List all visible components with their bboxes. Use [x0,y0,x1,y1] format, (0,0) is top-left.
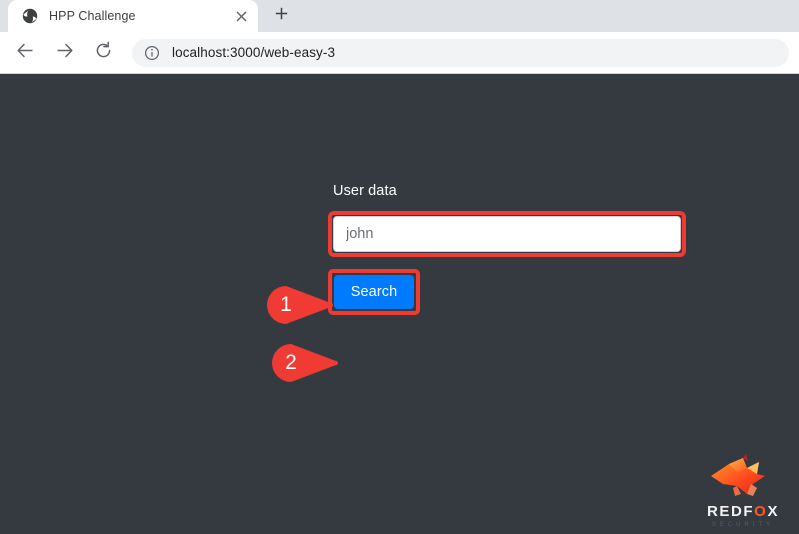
new-tab-button[interactable] [266,2,296,30]
search-button[interactable]: Search [334,275,414,309]
address-bar[interactable]: localhost:3000/web-easy-3 [132,38,789,67]
user-data-label: User data [333,183,397,199]
redfox-logo: REDFOX SECURITY [701,454,785,528]
fox-head-icon [701,454,785,503]
info-circle-icon[interactable] [144,45,160,61]
step-marker-2-number: 2 [285,351,297,374]
page-viewport: User data Search 1 2 [0,74,799,534]
url-text: localhost:3000/web-easy-3 [172,45,336,60]
reload-icon [94,41,113,65]
reload-button[interactable] [88,38,118,68]
tab-strip-left-padding [0,0,8,32]
logo-word-part-2: X [767,503,780,520]
plus-icon [275,7,288,25]
browser-toolbar: localhost:3000/web-easy-3 [0,32,799,74]
logo-subtitle: SECURITY [711,522,775,528]
logo-word-accent-o: O [754,503,768,520]
step-marker-1-number: 1 [280,293,292,316]
search-form: User data Search [328,183,686,315]
step-marker-2: 2 [270,342,338,384]
close-icon[interactable] [230,5,252,27]
tab-strip: HPP Challenge [0,0,799,32]
globe-icon [22,8,38,24]
back-button[interactable] [10,38,40,68]
browser-tab-hpp-challenge[interactable]: HPP Challenge [8,0,258,32]
tab-title: HPP Challenge [49,9,136,23]
back-arrow-icon [16,41,35,65]
forward-arrow-icon [55,41,74,65]
logo-word-part-1: REDF [706,503,755,520]
step-marker-1: 1 [265,284,333,326]
forward-button[interactable] [49,38,79,68]
logo-wordmark: REDFOX [701,504,785,519]
browser-window: HPP Challenge localhost:3000/web-easy-3 … [0,0,799,534]
user-data-input[interactable] [333,216,681,252]
